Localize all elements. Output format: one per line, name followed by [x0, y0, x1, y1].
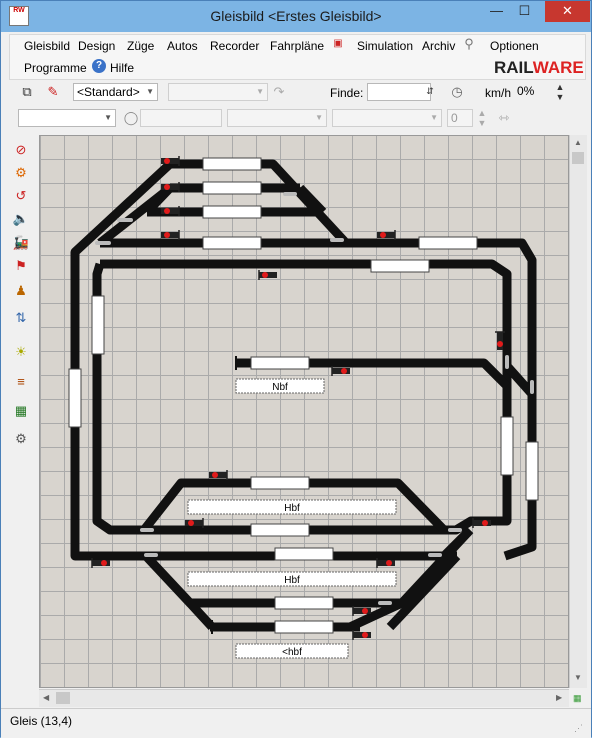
layout-select[interactable]: <Standard> ▼	[73, 83, 158, 101]
scroll-left-icon[interactable]: ◀	[43, 693, 49, 702]
lightbulb-icon[interactable]: ☀	[11, 342, 31, 362]
number-field[interactable]: 0	[447, 109, 473, 127]
minimize-button[interactable]: —	[483, 1, 510, 22]
maximize-button[interactable]: ☐	[511, 1, 538, 22]
value-combo-disabled[interactable]: ▼	[332, 109, 442, 127]
status-bar: Gleis (13,4) ⋰	[1, 708, 591, 738]
property-combo-disabled[interactable]: ▼	[227, 109, 327, 127]
vertical-scroll-thumb[interactable]	[572, 152, 584, 164]
menu-bar: Gleisbild Design Züge Autos Recorder Fah…	[9, 34, 586, 80]
scroll-down-icon[interactable]: ▼	[574, 673, 582, 682]
chevron-down-icon: ▼	[256, 87, 264, 96]
simulation-icon: ▣	[333, 38, 343, 49]
locomotive-icon[interactable]: 🚂	[11, 233, 31, 253]
grid-panel-icon[interactable]: ▦	[11, 401, 31, 421]
find-label: Finde:	[330, 86, 364, 100]
track-canvas[interactable]: Nbf Hbf Hbf <hbf	[39, 135, 569, 688]
search-icon: ⚲	[464, 36, 474, 51]
main-window: RW Gleisbild <Erstes Gleisbild> — ☐ ✕ Gl…	[0, 0, 592, 738]
close-button[interactable]: ✕	[545, 1, 590, 22]
layout-combo-disabled[interactable]: ▼	[168, 83, 268, 101]
blocks	[68, 157, 539, 634]
speed-input[interactable]: 0%	[514, 83, 550, 101]
sound-icon[interactable]: 🔈	[11, 209, 31, 229]
switch-markers	[95, 192, 534, 605]
chevron-down-icon: ▼	[430, 113, 438, 122]
find-input[interactable]	[367, 83, 431, 101]
redo-icon[interactable]: ↷	[270, 83, 288, 101]
horizontal-scroll-thumb[interactable]	[56, 692, 70, 704]
status-text: Gleis (13,4)	[10, 714, 73, 728]
property-field-disabled[interactable]	[140, 109, 222, 127]
track-layout: Nbf Hbf Hbf <hbf	[68, 156, 539, 659]
help-icon: ?	[92, 59, 106, 73]
signal-icon[interactable]: ⚑	[11, 256, 31, 276]
resize-icon[interactable]: ⇿	[495, 109, 513, 127]
chevron-down-icon: ▼	[146, 87, 154, 96]
menu-hilfe[interactable]: Hilfe	[110, 61, 134, 75]
horizontal-scrollbar[interactable]: ◀ ▶	[39, 689, 569, 707]
menu-archiv[interactable]: Archiv	[422, 39, 455, 53]
scroll-up-icon[interactable]: ▲	[574, 138, 582, 147]
toolbar-secondary: ▼ ◯ ▼ ▼ 0 ▲ ▼ ⇿	[9, 107, 584, 131]
label-hbf-lower: <hbf	[282, 647, 302, 658]
vertical-scrollbar[interactable]: ▲ ▼	[569, 135, 587, 688]
speed-input-value: 0%	[517, 84, 535, 98]
menu-simulation[interactable]: Simulation	[357, 39, 413, 53]
label-nbf: Nbf	[272, 382, 288, 393]
menu-optionen[interactable]: Optionen	[490, 39, 539, 53]
menu-zuege[interactable]: Züge	[127, 39, 154, 53]
menu-design[interactable]: Design	[78, 39, 115, 53]
railware-logo: RAILWARE	[494, 58, 584, 78]
chevron-down-icon: ▼	[315, 113, 323, 122]
brand-rail: RAIL	[494, 58, 533, 77]
clock-icon[interactable]: ◷	[448, 83, 466, 101]
track-tool-icon[interactable]: ≡	[11, 372, 31, 392]
speed-unit-label: km/h	[485, 86, 512, 100]
menu-autos[interactable]: Autos	[167, 39, 198, 53]
brand-ware: WARE	[532, 58, 584, 77]
tool-sidebar: ⊘ ⚙ ↺ 🔈 🚂 ⚑ ♟ ⇅ ☀ ≡ ▦ ⚙	[9, 136, 35, 456]
menu-recorder[interactable]: Recorder	[210, 39, 259, 53]
number-field-value: 0	[451, 111, 458, 125]
settings-gear-icon[interactable]: ⚙	[11, 429, 31, 449]
route-icon[interactable]: ⚙	[11, 163, 31, 183]
copy-icon[interactable]: ⧉	[18, 83, 36, 101]
arrows-icon[interactable]: ⇅	[11, 308, 31, 328]
target-icon[interactable]: ◯	[122, 109, 140, 127]
label-hbf-outer: Hbf	[284, 575, 300, 586]
reset-icon[interactable]: ↺	[11, 186, 31, 206]
number-spinner-icon[interactable]: ▲ ▼	[477, 108, 487, 128]
menu-programme[interactable]: Programme	[24, 61, 87, 75]
resize-grip-icon[interactable]: ⋰	[574, 723, 583, 734]
chevron-down-icon: ▼	[104, 113, 112, 122]
toolbar-main: ⧉ ✎ <Standard> ▼ ▼ ↷ Finde: ⇵ ◷ km/h 0% …	[9, 81, 584, 105]
edit-icon[interactable]: ✎	[44, 83, 62, 101]
stop-icon[interactable]: ⊘	[11, 140, 31, 160]
find-up-down-icon[interactable]: ⇵	[425, 82, 435, 100]
layout-select-value: <Standard>	[77, 85, 140, 99]
scroll-right-icon[interactable]: ▶	[556, 693, 562, 702]
speed-spinner-icon[interactable]: ▲ ▼	[555, 82, 565, 102]
driver-icon[interactable]: ♟	[11, 281, 31, 301]
title-bar[interactable]: RW Gleisbild <Erstes Gleisbild> — ☐ ✕	[1, 1, 591, 32]
object-select[interactable]: ▼	[18, 109, 116, 127]
menu-fahrplaene[interactable]: Fahrpläne	[270, 39, 324, 53]
menu-gleisbild[interactable]: Gleisbild	[24, 39, 70, 53]
label-hbf-inner: Hbf	[284, 503, 300, 514]
signal-6	[258, 270, 277, 280]
corner-grid-icon: ▦	[573, 693, 582, 703]
